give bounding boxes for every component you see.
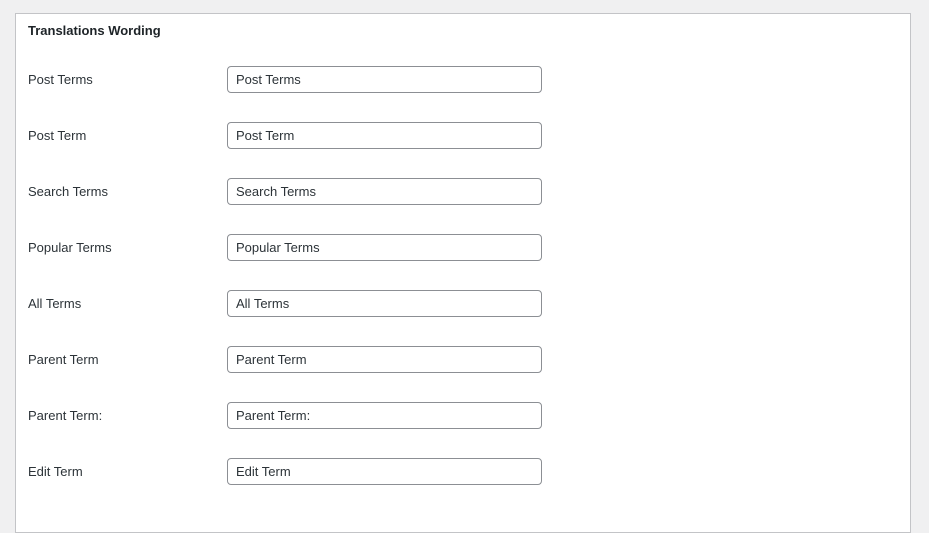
field-row-all-terms: All Terms: [16, 290, 910, 318]
field-label: All Terms: [28, 296, 82, 311]
field-row-parent-term: Parent Term: [16, 346, 910, 374]
parent-term-colon-input[interactable]: [227, 402, 542, 429]
parent-term-input[interactable]: [227, 346, 542, 373]
post-term-input[interactable]: [227, 122, 542, 149]
post-terms-input[interactable]: [227, 66, 542, 93]
field-label: Search Terms: [28, 184, 108, 199]
section-title: Translations Wording: [28, 23, 161, 38]
translations-wording-panel: Translations Wording Post Terms Post Ter…: [15, 13, 911, 533]
field-row-search-terms: Search Terms: [16, 178, 910, 206]
field-label: Edit Term: [28, 464, 83, 479]
field-row-edit-term: Edit Term: [16, 458, 910, 486]
field-label: Parent Term: [28, 352, 99, 367]
field-label: Parent Term:: [28, 408, 103, 423]
field-row-parent-term-colon: Parent Term:: [16, 402, 910, 430]
field-label: Popular Terms: [28, 240, 112, 255]
field-row-popular-terms: Popular Terms: [16, 234, 910, 262]
all-terms-input[interactable]: [227, 290, 542, 317]
field-label: Post Terms: [28, 72, 93, 87]
field-label: Post Term: [28, 128, 87, 143]
field-row-post-terms: Post Terms: [16, 66, 910, 94]
search-terms-input[interactable]: [227, 178, 542, 205]
field-row-post-term: Post Term: [16, 122, 910, 150]
popular-terms-input[interactable]: [227, 234, 542, 261]
edit-term-input[interactable]: [227, 458, 542, 485]
